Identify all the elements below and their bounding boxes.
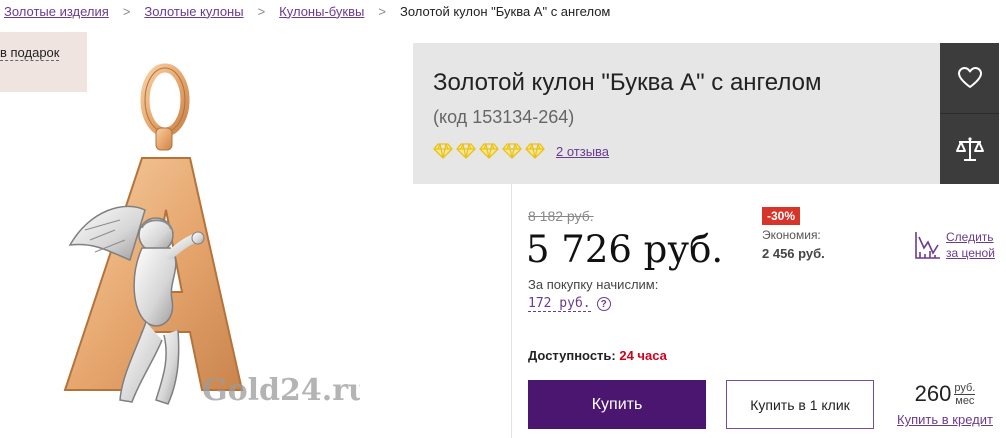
savings-label: Экономия:: [762, 228, 821, 242]
favorite-button[interactable]: [940, 43, 999, 113]
product-code: (код 153134-264): [433, 107, 575, 127]
old-price: 8 182 руб.: [528, 208, 594, 224]
savings-value: 2 456 руб.: [762, 246, 825, 261]
reviews-link[interactable]: 2 отзыва: [556, 144, 609, 159]
credit-offer: 260 руб. мес Купить в кредит: [890, 382, 1000, 428]
diamond-icon: [433, 143, 453, 159]
diamond-icon: [456, 143, 476, 159]
diamond-icon: [479, 143, 499, 159]
breadcrumb-link-gold-jewelry[interactable]: Золотые изделия: [4, 4, 109, 19]
discount-badge: -30%: [762, 207, 801, 225]
heart-icon: [957, 67, 982, 88]
availability-value: 24 часа: [619, 348, 667, 363]
credit-amount-block: 260 руб. мес: [890, 382, 1000, 407]
buy-button[interactable]: Купить: [528, 380, 706, 429]
breadcrumb-separator: >: [122, 3, 131, 19]
bonus-amount: 172 руб.: [528, 296, 591, 312]
availability: Доступность: 24 часа: [528, 348, 667, 363]
breadcrumb-separator: >: [378, 3, 386, 19]
price-chart-icon: [915, 232, 940, 259]
availability-label: Доступность:: [528, 348, 616, 363]
credit-unit: руб. мес: [954, 382, 976, 407]
product-image[interactable]: Gold24.ru: [50, 60, 360, 430]
product-title-panel: Золотой кулон "Буква А" с ангелом (код 1…: [413, 43, 940, 184]
credit-currency: руб.: [954, 382, 976, 395]
track-price-button[interactable]: Следить за ценой: [914, 229, 995, 261]
one-click-buy-button[interactable]: Купить в 1 клик: [726, 380, 874, 429]
product-title: Золотой кулон "Буква А" с ангелом: [433, 69, 822, 96]
track-price-label: Следить: [946, 230, 994, 244]
credit-period: мес: [955, 395, 975, 407]
credit-amount: 260: [914, 381, 952, 406]
buy-on-credit-link[interactable]: Купить в кредит: [890, 412, 1000, 427]
product-rating: 2 отзыва: [433, 143, 609, 159]
breadcrumb-link-gold-pendants[interactable]: Золотые кулоны: [144, 4, 243, 19]
compare-button[interactable]: [940, 113, 999, 183]
diamond-icon: [525, 143, 545, 159]
track-price-label: за ценой: [946, 246, 995, 260]
action-bar: [940, 43, 999, 184]
current-price: 5 726 руб.: [526, 228, 724, 271]
image-watermark: Gold24.ru: [202, 373, 360, 408]
breadcrumb: Золотые изделия > Золотые кулоны > Кулон…: [4, 2, 610, 20]
price-area: 8 182 руб. 5 726 руб. За покупку начисли…: [511, 184, 1006, 438]
breadcrumb-link-letter-pendants[interactable]: Кулоны-буквы: [279, 4, 364, 19]
help-icon[interactable]: ?: [596, 297, 611, 311]
breadcrumb-current: Золотой кулон "Буква А" с ангелом: [399, 3, 611, 19]
breadcrumb-separator: >: [257, 3, 266, 19]
bonus-label: За покупку начислим:: [528, 277, 659, 292]
bonus-value: 172 руб. ?: [528, 296, 611, 312]
diamond-icon: [502, 143, 522, 159]
gift-promo-label: в подарок: [0, 45, 60, 61]
scales-icon: [955, 136, 984, 161]
